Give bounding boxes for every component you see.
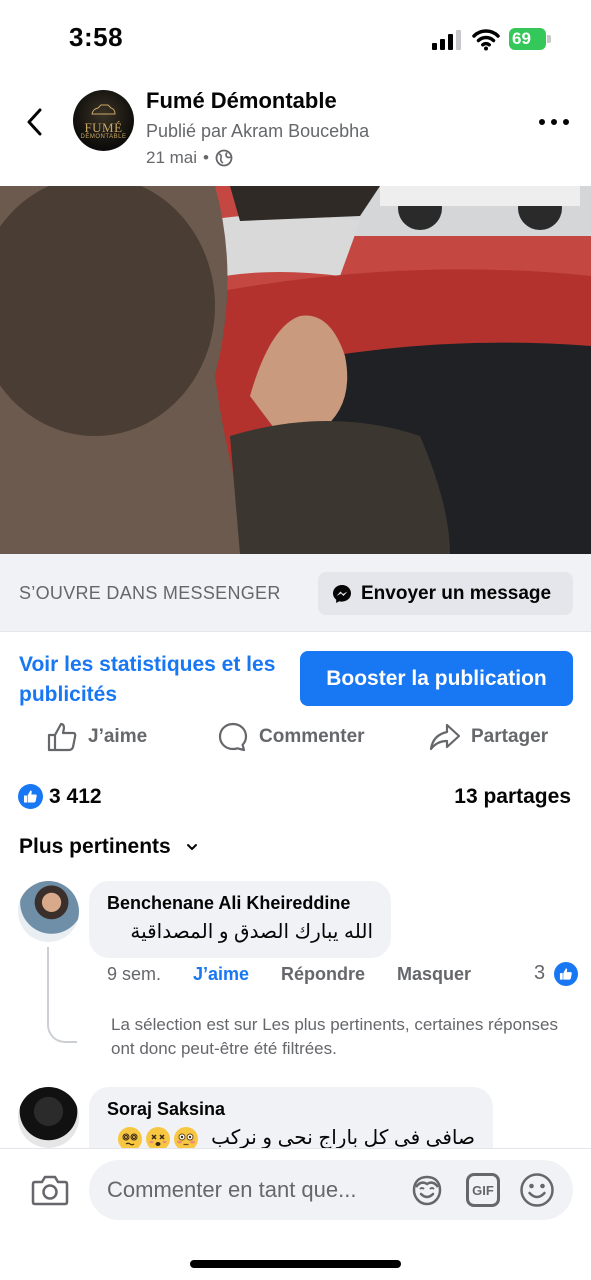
globe-icon: [215, 149, 233, 167]
send-message-button[interactable]: Envoyer un message: [318, 572, 573, 615]
comment-sort-dropdown[interactable]: Plus pertinents: [19, 835, 199, 859]
post-meta: 21 mai •: [146, 148, 233, 168]
share-button[interactable]: Partager: [429, 716, 548, 758]
filter-note: La sélection est sur Les plus pertinents…: [111, 1015, 558, 1058]
send-message-label: Envoyer un message: [361, 582, 552, 604]
comment-like-button[interactable]: J’aime: [193, 964, 249, 985]
avatar[interactable]: [18, 1087, 79, 1148]
comment-input[interactable]: [89, 1160, 573, 1220]
messenger-icon: [333, 584, 351, 603]
comment-like-count[interactable]: 3: [534, 962, 545, 985]
chevron-down-icon: [186, 844, 197, 850]
page-avatar[interactable]: FUMÉ DÉMONTABLE: [73, 90, 134, 151]
thread-connector: [47, 947, 77, 1043]
car-logo-icon: [91, 104, 116, 115]
share-icon: [429, 723, 461, 751]
comment-reply-button[interactable]: Répondre: [281, 964, 365, 985]
comment-hide-button[interactable]: Masquer: [397, 964, 471, 985]
more-options-icon[interactable]: [538, 116, 570, 128]
post-media[interactable]: [0, 186, 591, 554]
like-label: J’aime: [88, 726, 148, 747]
emoji-icon[interactable]: [519, 1172, 555, 1208]
messenger-label: S’OUVRE DANS MESSENGER: [19, 583, 281, 603]
meta-separator: •: [203, 148, 209, 167]
comment-text-row: صافى فى كل باراج نحى و نركب: [117, 1125, 475, 1151]
view-insights-link[interactable]: Voir les statistiques et les publicités: [19, 650, 289, 710]
status-time: 3:58: [69, 22, 124, 52]
like-reaction-icon: [18, 784, 43, 809]
like-reaction-icon[interactable]: [554, 962, 578, 986]
home-indicator[interactable]: [190, 1260, 401, 1268]
camera-icon[interactable]: [31, 1173, 69, 1207]
status-bar: 3:58 69: [0, 0, 591, 80]
comment-icon: [218, 722, 248, 752]
comment-button[interactable]: Commenter: [217, 716, 365, 758]
comment-text: الله يبارك الصدق و المصداقية: [130, 921, 373, 943]
boost-post-button[interactable]: Booster la publication: [300, 651, 573, 706]
comment-label: Commenter: [259, 726, 365, 747]
cellular-signal-icon: [432, 30, 461, 50]
page-name[interactable]: Fumé Démontable: [146, 88, 337, 114]
post-date[interactable]: 21 mai: [146, 148, 197, 168]
avatar-logo-subtext: DÉMONTABLE: [80, 134, 127, 140]
shares-count[interactable]: 13 partages: [454, 785, 571, 809]
gif-button[interactable]: GIF: [466, 1173, 500, 1207]
comment-composer: GIF: [0, 1148, 591, 1280]
reactions-summary[interactable]: 3 412: [18, 784, 102, 809]
like-button[interactable]: J’aime: [46, 716, 147, 758]
post-header: FUMÉ DÉMONTABLE Fumé Démontable Publié p…: [0, 80, 591, 186]
comment-author[interactable]: Benchenane Ali Kheireddine: [107, 893, 350, 914]
thumbs-up-icon: [47, 722, 77, 752]
post-photo: [0, 186, 591, 554]
back-icon[interactable]: [20, 102, 52, 142]
avatar[interactable]: [18, 881, 79, 942]
reactions-count: 3 412: [49, 784, 102, 808]
comment-author[interactable]: Soraj Saksina: [107, 1099, 225, 1120]
battery-level: 69: [512, 29, 531, 48]
wifi-icon: [472, 29, 500, 51]
comment-bubble[interactable]: Benchenane Ali Kheireddine الله يبارك ال…: [89, 881, 391, 958]
battery-indicator: 69: [509, 28, 551, 50]
avatar-sticker-icon[interactable]: [409, 1173, 445, 1209]
share-label: Partager: [471, 726, 549, 747]
comment-actions: 9 sem. J’aime Répondre Masquer 3: [107, 962, 578, 990]
comment-text: صافى فى كل باراج نحى و نركب: [211, 1127, 475, 1149]
post-actions: J’aime Commenter Partager: [0, 716, 591, 758]
comment-time[interactable]: 9 sem.: [107, 964, 161, 985]
published-by: Publié par Akram Boucebha: [146, 121, 370, 141]
sort-label: Plus pertinents: [19, 835, 171, 858]
messenger-bar: S’OUVRE DANS MESSENGER Envoyer un messag…: [0, 554, 591, 632]
